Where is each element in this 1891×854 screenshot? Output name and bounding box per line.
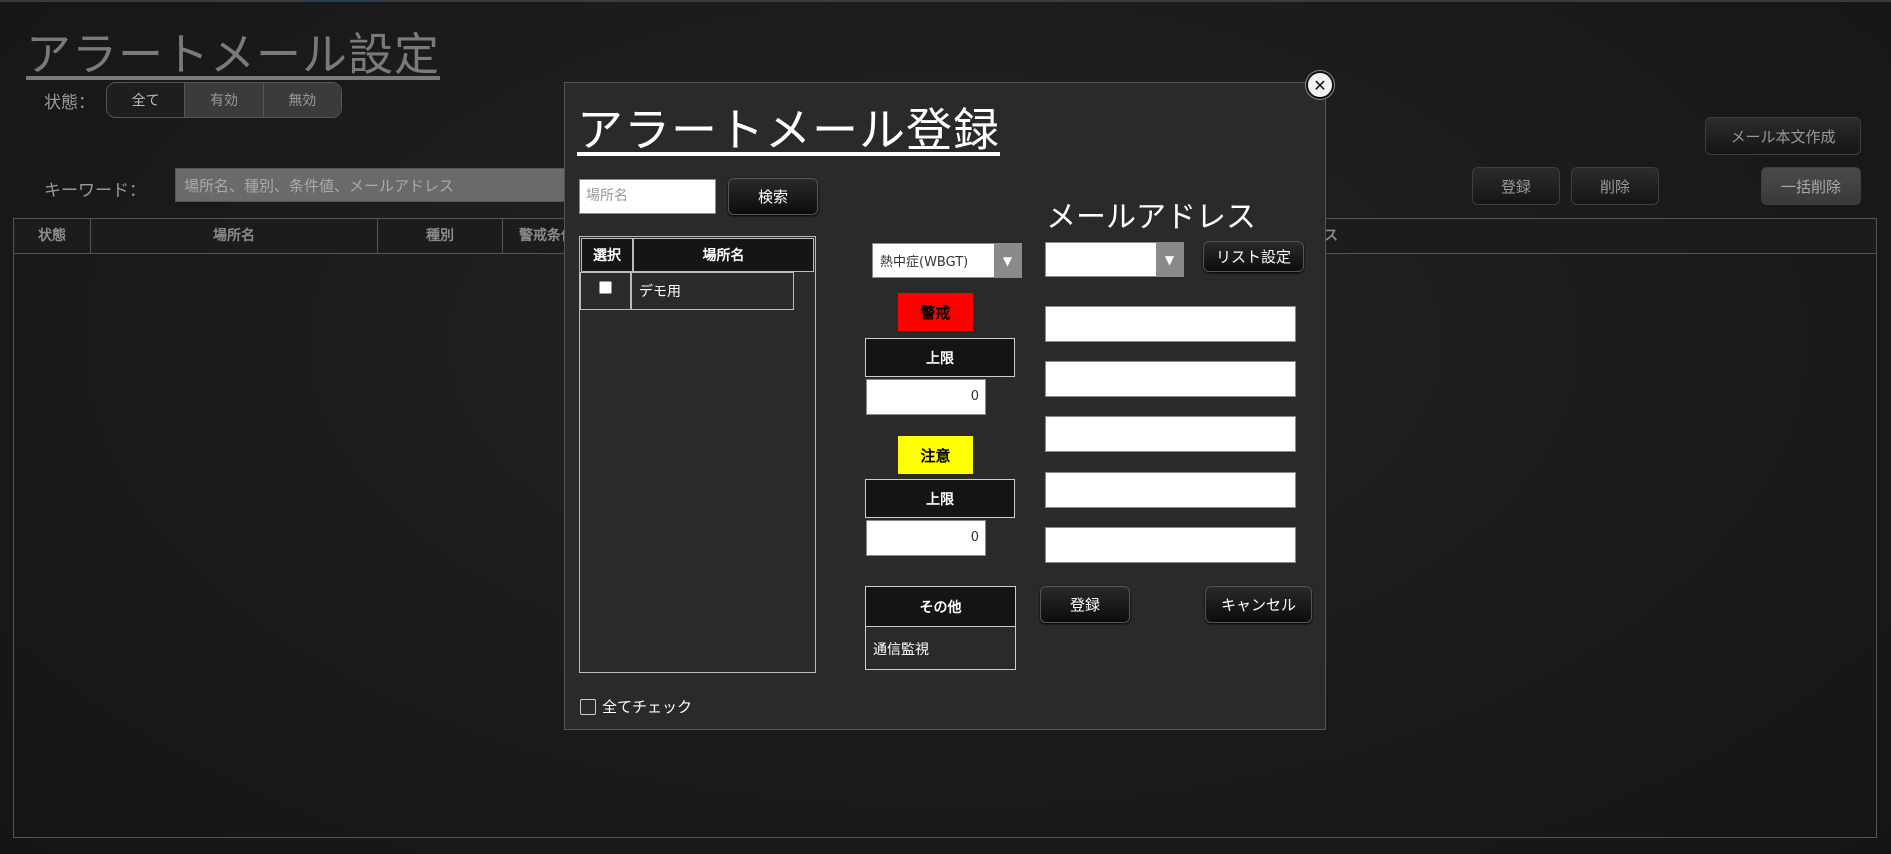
email-field-3[interactable]: [1045, 416, 1296, 452]
level-badge-warning: 警戒: [898, 293, 973, 331]
warning-limit-header: 上限: [865, 338, 1015, 377]
register-button[interactable]: 登録: [1040, 586, 1130, 623]
bg-delete-button[interactable]: 削除: [1571, 167, 1659, 205]
bg-register-button[interactable]: 登録: [1472, 167, 1560, 205]
email-field-1[interactable]: [1045, 306, 1296, 342]
warning-limit-input[interactable]: 0: [866, 379, 986, 415]
cancel-button[interactable]: キャンセル: [1205, 586, 1312, 623]
top-accent: [305, 0, 380, 2]
chevron-down-icon: ▼: [1156, 243, 1183, 276]
row-checkbox[interactable]: [599, 280, 612, 294]
status-option-disabled[interactable]: 無効: [263, 83, 341, 117]
dialog-title: アラートメール登録: [577, 103, 1000, 157]
level-badge-caution: 注意: [898, 436, 973, 474]
col-condition: 警戒条件: [519, 228, 565, 244]
col-status: 状態: [14, 219, 91, 253]
email-heading: メールアドレス: [1046, 200, 1256, 235]
search-button[interactable]: 検索: [728, 178, 818, 215]
email-field-2[interactable]: [1045, 361, 1296, 397]
page-title: アラートメール設定: [26, 28, 441, 81]
keyword-label: キーワード：: [44, 181, 146, 201]
email-list-select[interactable]: ▼: [1045, 242, 1184, 277]
type-select[interactable]: 熱中症(WBGT) ▼: [872, 243, 1022, 278]
communication-monitor-item[interactable]: 通信監視: [866, 627, 1015, 670]
keyword-search-input[interactable]: 場所名、種別、条件値、メールアドレス: [175, 168, 575, 202]
col-location: 場所名: [91, 219, 378, 253]
location-search-input[interactable]: 場所名: [579, 179, 716, 214]
email-field-4[interactable]: [1045, 472, 1296, 508]
col-type: 種別: [378, 219, 503, 253]
table-row-select-cell: [580, 272, 631, 310]
caution-limit-header: 上限: [865, 479, 1015, 518]
other-header: その他: [866, 587, 1015, 627]
status-label: 状態：: [44, 93, 95, 113]
other-section: その他 通信監視: [865, 586, 1016, 670]
check-all-label: 全てチェック: [602, 698, 693, 716]
loc-col-name: 場所名: [633, 238, 814, 272]
chevron-down-icon: ▼: [994, 244, 1021, 277]
type-select-value: 熱中症(WBGT): [880, 255, 969, 270]
top-border: [0, 0, 1891, 2]
loc-col-select: 選択: [581, 238, 633, 272]
email-field-5[interactable]: [1045, 527, 1296, 563]
status-option-all[interactable]: 全て: [107, 83, 186, 117]
check-all-checkbox[interactable]: [580, 699, 596, 715]
location-table: 選択 場所名 デモ用: [579, 236, 816, 673]
bulk-delete-button[interactable]: 一括削除: [1761, 167, 1861, 205]
mail-body-create-button[interactable]: メール本文作成: [1705, 117, 1861, 155]
list-settings-button[interactable]: リスト設定: [1203, 241, 1304, 272]
table-row-name-cell[interactable]: デモ用: [631, 272, 794, 310]
col-address-partial: ス: [1324, 228, 1338, 244]
status-option-enabled[interactable]: 有効: [185, 83, 264, 117]
caution-limit-input[interactable]: 0: [866, 520, 986, 556]
close-icon[interactable]: ✕: [1306, 71, 1334, 99]
status-segmented-control: 全て 有効 無効: [106, 82, 342, 118]
